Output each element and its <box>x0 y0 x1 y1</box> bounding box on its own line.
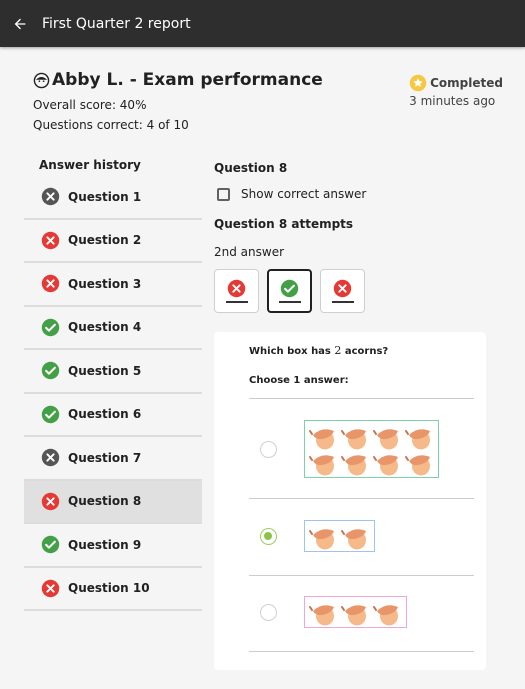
error-x-icon <box>227 279 246 298</box>
history-item-label: Question 8 <box>68 494 142 509</box>
history-item-label: Question 7 <box>68 450 142 465</box>
check-circle-icon <box>41 536 60 554</box>
back-button[interactable] <box>2 6 38 42</box>
question-title: Question 8 <box>214 161 288 175</box>
acorn-icon <box>372 451 404 477</box>
acorn-icon <box>308 425 340 451</box>
error-x-icon <box>41 231 60 249</box>
attempt-button-1[interactable] <box>214 269 259 313</box>
acorn-icon <box>340 451 372 477</box>
history-item-label: Question 5 <box>68 363 142 378</box>
acorn-icon <box>404 451 436 477</box>
answer-option-box-2[interactable] <box>304 520 375 552</box>
attempt-underline <box>278 301 301 303</box>
history-item-label: Question 6 <box>68 407 142 422</box>
history-item-question-7[interactable]: Question 7 <box>24 437 202 481</box>
answer-option-box-3[interactable] <box>304 596 407 628</box>
option-divider <box>249 575 474 576</box>
show-correct-label: Show correct answer <box>241 187 367 201</box>
attempt-button-2[interactable] <box>267 269 312 313</box>
answer-option-radio-3[interactable] <box>260 603 277 621</box>
option-divider <box>249 398 474 399</box>
history-item-question-1[interactable]: Question 1 <box>24 176 202 220</box>
app-bar: First Quarter 2 report <box>0 0 525 47</box>
history-item-question-4[interactable]: Question 4 <box>24 307 202 350</box>
answer-history: Answer history Question 1 Question 2 Quest… <box>24 154 202 611</box>
option-divider <box>249 651 474 652</box>
attempt-button-3[interactable] <box>320 269 365 313</box>
check-circle-icon <box>41 405 60 423</box>
report-header: Abby L. - Exam performance Overall score… <box>33 70 503 132</box>
history-item-label: Question 3 <box>68 276 142 291</box>
learner-title: Abby L. - Exam performance <box>52 70 323 90</box>
star-icon <box>409 74 427 92</box>
acorn-icon <box>404 425 436 451</box>
history-item-question-8[interactable]: Question 8 <box>24 480 202 524</box>
history-item-label: Question 2 <box>68 233 142 248</box>
acorn-icon <box>308 525 340 551</box>
show-correct-toggle[interactable]: Show correct answer <box>214 187 486 201</box>
acorn-icon <box>340 525 372 551</box>
check-circle-icon <box>280 279 299 298</box>
attempt-underline <box>331 301 354 303</box>
history-item-question-10[interactable]: Question 10 <box>24 568 202 611</box>
question-prompt: Which box has 2 acorns? <box>249 344 389 357</box>
check-circle-icon <box>41 362 60 380</box>
attempt-label: 2nd answer <box>214 245 285 259</box>
answer-history-title: Answer history <box>39 158 141 172</box>
acorn-icon <box>340 425 372 451</box>
option-divider <box>249 498 474 499</box>
history-item-question-9[interactable]: Question 9 <box>24 524 202 568</box>
question-card: Which box has 2 acorns? Choose 1 answer: <box>214 332 486 670</box>
status-label: Completed <box>430 76 503 90</box>
history-item-question-6[interactable]: Question 6 <box>24 394 202 437</box>
attempt-underline <box>225 301 248 303</box>
x-circle-icon <box>41 188 60 206</box>
acorn-icon <box>340 601 372 627</box>
status: Completed 3 minutes ago <box>409 74 503 108</box>
answer-option-radio-1[interactable] <box>260 440 277 458</box>
acorn-icon <box>372 601 404 627</box>
acorn-icon <box>308 601 340 627</box>
history-item-question-3[interactable]: Question 3 <box>24 263 202 307</box>
acorn-icon <box>372 425 404 451</box>
attempts-list <box>214 269 486 313</box>
history-item-label: Question 4 <box>68 320 142 335</box>
person-icon <box>33 72 50 88</box>
error-x-icon <box>41 492 60 510</box>
show-correct-checkbox[interactable] <box>217 187 230 201</box>
question-detail: Question 8 Show correct answer Question … <box>214 160 486 313</box>
error-x-icon <box>41 579 60 597</box>
check-circle-icon <box>41 318 60 336</box>
error-x-icon <box>41 275 60 293</box>
history-item-label: Question 10 <box>68 581 150 596</box>
status-time: 3 minutes ago <box>409 94 496 108</box>
questions-correct: Questions correct: 4 of 10 <box>33 118 189 132</box>
error-x-icon <box>333 279 352 298</box>
arrow-back-icon <box>14 18 26 29</box>
page-title: First Quarter 2 report <box>42 15 191 32</box>
history-item-label: Question 1 <box>68 189 142 204</box>
attempts-title: Question 8 attempts <box>214 217 354 231</box>
choose-label: Choose 1 answer: <box>249 375 349 386</box>
answer-option-radio-2[interactable] <box>260 527 277 545</box>
acorn-icon <box>308 451 340 477</box>
x-circle-icon <box>41 449 60 467</box>
history-item-question-5[interactable]: Question 5 <box>24 350 202 394</box>
history-item-label: Question 9 <box>68 537 142 552</box>
answer-option-box-1[interactable] <box>304 420 439 478</box>
history-item-question-2[interactable]: Question 2 <box>24 220 202 263</box>
